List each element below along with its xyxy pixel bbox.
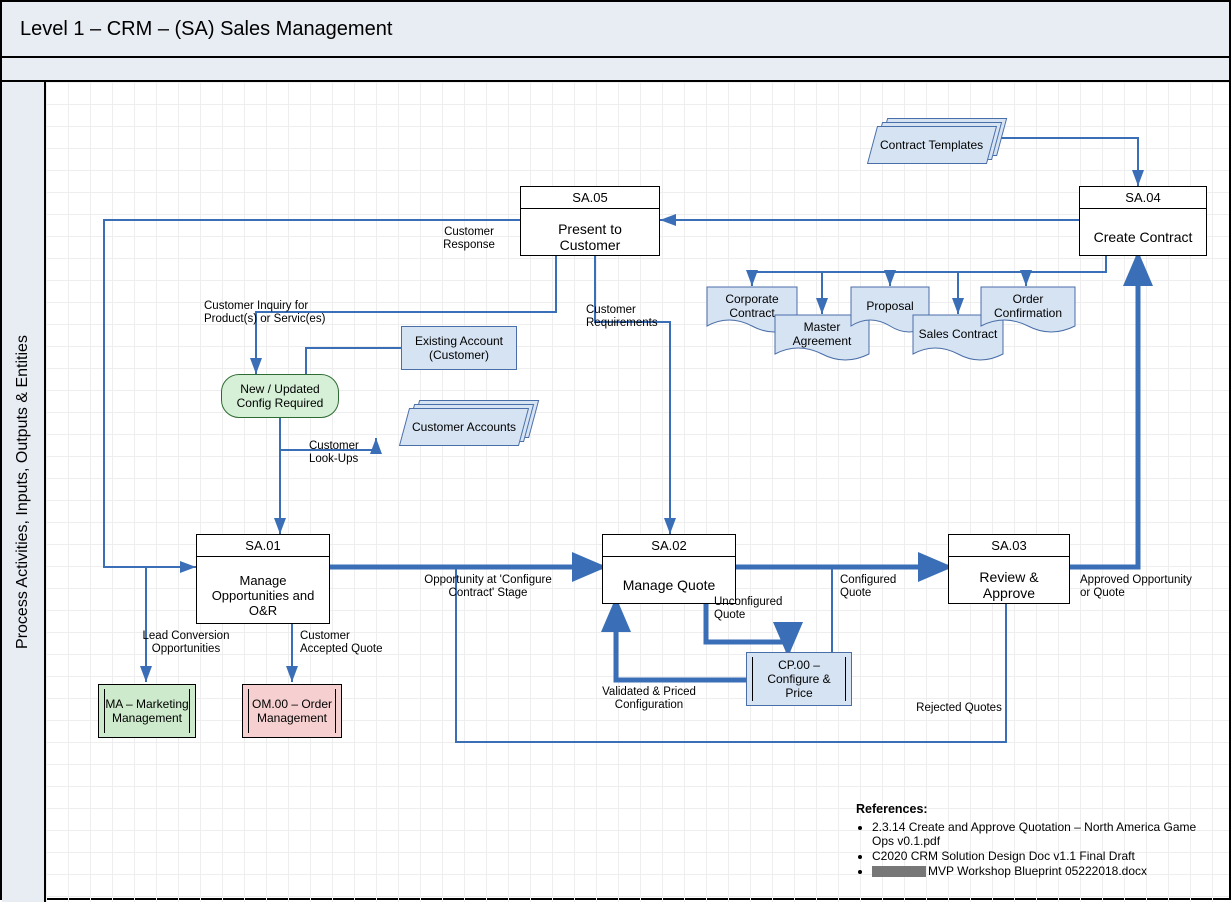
header-spacer — [2, 58, 1229, 82]
reference-item: MVP Workshop Blueprint 05222018.docx — [872, 864, 1216, 878]
label-customer-inquiry: Customer Inquiry for Product(s) or Servi… — [204, 300, 364, 326]
process-sa02: SA.02 Manage Quote — [602, 534, 736, 604]
redacted-block — [872, 866, 926, 877]
diagram-frame: Level 1 – CRM – (SA) Sales Management Pr… — [0, 0, 1231, 900]
process-code: SA.02 — [603, 535, 735, 557]
process-code: SA.03 — [949, 535, 1069, 557]
process-sa03: SA.03 Review & Approve — [948, 534, 1070, 604]
process-sa05: SA.05 Present to Customer — [520, 186, 660, 256]
subprocess-ma: MA – Marketing Management — [98, 684, 196, 738]
datastore-customer-accounts: Customer Accounts — [399, 408, 529, 446]
label-cust-accepted-quote: Customer Accepted Quote — [300, 630, 390, 656]
label-configured-quote: Configured Quote — [840, 574, 930, 600]
swimlane-row: Process Activities, Inputs, Outputs & En… — [2, 82, 1229, 902]
datastore-label: Contract Templates — [876, 138, 987, 152]
references-heading: References: — [856, 802, 928, 816]
page-title: Level 1 – CRM – (SA) Sales Management — [20, 18, 392, 41]
subprocess-label: CP.00 – Configure & Price — [753, 658, 845, 700]
label-lead-conv: Lead Conversion Opportunities — [136, 630, 236, 656]
diagram-canvas: SA.05 Present to Customer SA.04 Create C… — [46, 82, 1229, 902]
datastore-contract-templates: Contract Templates — [867, 126, 997, 164]
label-customer-requirements: Customer Requirements — [586, 304, 696, 330]
reference-item-text: MVP Workshop Blueprint 05222018.docx — [928, 864, 1147, 878]
label-validated-priced: Validated & Priced Configuration — [594, 686, 704, 712]
process-sa01: SA.01 Manage Opportunities and O&R — [196, 534, 330, 624]
datastore-label: Customer Accounts — [408, 420, 520, 434]
datastore-label: Existing Account (Customer) — [402, 334, 516, 362]
subprocess-cp00: CP.00 – Configure & Price — [746, 652, 852, 706]
doc-label: Order Confirmation — [980, 286, 1076, 326]
label-unconfigured-quote: Unconfigured Quote — [714, 596, 814, 622]
label-opportunity-stage: Opportunity at 'Configure Contract' Stag… — [418, 574, 558, 600]
subprocess-label: MA – Marketing Management — [105, 697, 189, 725]
process-name: Manage Opportunities and O&R — [197, 557, 329, 633]
label-customer-lookups: Customer Look-Ups — [309, 440, 389, 466]
swimlane-label-strip: Process Activities, Inputs, Outputs & En… — [2, 82, 46, 902]
title-bar: Level 1 – CRM – (SA) Sales Management — [2, 2, 1229, 58]
process-code: SA.05 — [521, 187, 659, 209]
subprocess-label: OM.00 – Order Management — [249, 697, 335, 725]
process-sa04: SA.04 Create Contract — [1079, 186, 1207, 256]
process-code: SA.04 — [1080, 187, 1206, 209]
label-customer-response: Customer Response — [426, 226, 512, 252]
reference-item: 2.3.14 Create and Approve Quotation – No… — [872, 820, 1216, 848]
event-new-updated-config: New / Updated Config Required — [221, 374, 339, 418]
swimlane-label: Process Activities, Inputs, Outputs & En… — [14, 335, 32, 649]
doc-order-confirmation: Order Confirmation — [980, 286, 1076, 336]
process-name: Present to Customer — [521, 209, 659, 265]
process-name: Create Contract — [1080, 209, 1206, 265]
label-rejected-quotes: Rejected Quotes — [914, 702, 1004, 715]
reference-item: C2020 CRM Solution Design Doc v1.1 Final… — [872, 849, 1216, 863]
event-label: New / Updated Config Required — [230, 382, 330, 410]
process-name: Review & Approve — [949, 557, 1069, 613]
process-code: SA.01 — [197, 535, 329, 557]
datastore-existing-account: Existing Account (Customer) — [401, 326, 517, 370]
references-block: References: 2.3.14 Create and Approve Qu… — [856, 802, 1216, 879]
subprocess-om: OM.00 – Order Management — [242, 684, 342, 738]
label-approved-opp: Approved Opportunity or Quote — [1080, 574, 1200, 600]
